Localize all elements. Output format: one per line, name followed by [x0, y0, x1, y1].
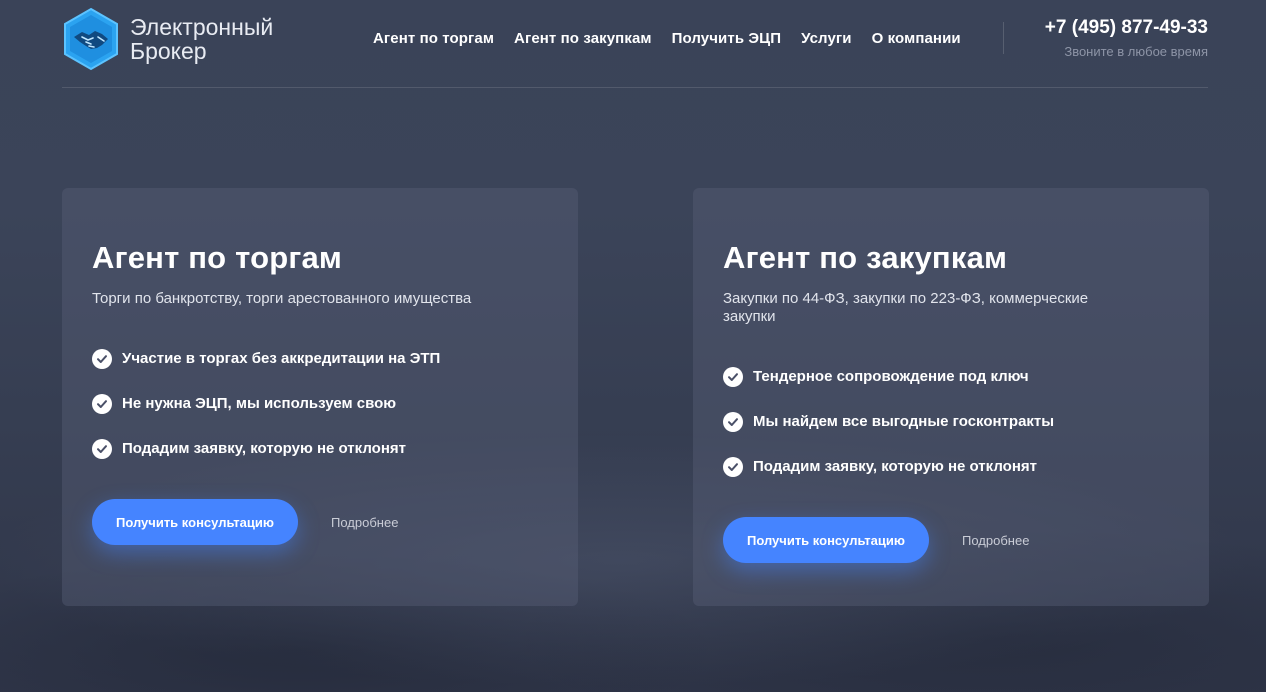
feature-list: Тендерное сопровождение под ключ Мы найд… — [723, 354, 1179, 489]
handshake-hexagon-icon — [64, 7, 118, 71]
feature-text: Тендерное сопровождение под ключ — [753, 368, 1029, 385]
card-actions: Получить консультацию Подробнее — [92, 499, 548, 545]
feature-list: Участие в торгах без аккредитации на ЭТП… — [92, 336, 548, 471]
header-divider — [1003, 22, 1004, 54]
feature-item: Подадим заявку, которую не отклонят — [92, 426, 548, 471]
brand-line-1: Электронный — [130, 14, 274, 40]
nav-item-services[interactable]: Услуги — [801, 29, 851, 49]
logo-link[interactable]: Электронный Брокер — [62, 6, 292, 72]
feature-item: Участие в торгах без аккредитации на ЭТП — [92, 336, 548, 381]
more-link[interactable]: Подробнее — [962, 533, 1029, 548]
feature-text: Подадим заявку, которую не отклонят — [122, 440, 406, 457]
feature-text: Мы найдем все выгодные госконтракты — [753, 413, 1055, 430]
card-actions: Получить консультацию Подробнее — [723, 517, 1179, 563]
feature-item: Не нужна ЭЦП, мы используем свою — [92, 381, 548, 426]
feature-item: Мы найдем все выгодные госконтракты — [723, 399, 1179, 444]
consultation-button[interactable]: Получить консультацию — [92, 499, 298, 545]
main-nav: Агент по торгам Агент по закупкам Получи… — [373, 29, 981, 49]
brand-name: Электронный Брокер — [130, 15, 273, 63]
nav-item-get-signature[interactable]: Получить ЭЦП — [672, 29, 782, 49]
check-circle-icon — [92, 438, 112, 459]
nav-item-about[interactable]: О компании — [872, 29, 961, 49]
consultation-button[interactable]: Получить консультацию — [723, 517, 929, 563]
feature-item: Подадим заявку, которую не отклонят — [723, 444, 1179, 489]
check-circle-icon — [723, 366, 743, 387]
nav-item-trade-agent[interactable]: Агент по торгам — [373, 29, 494, 49]
card-trade-agent: Агент по торгам Торги по банкротству, то… — [62, 188, 578, 606]
card-title: Агент по закупкам — [723, 240, 1008, 275]
check-circle-icon — [723, 456, 743, 477]
card-subtitle: Закупки по 44-ФЗ, закупки по 223-ФЗ, ком… — [723, 290, 1089, 325]
phone-note: Звоните в любое время — [1064, 44, 1208, 59]
nav-item-procurement-agent[interactable]: Агент по закупкам — [514, 29, 652, 49]
card-title: Агент по торгам — [92, 240, 343, 275]
more-link[interactable]: Подробнее — [331, 515, 398, 530]
brand-line-2: Брокер — [130, 38, 207, 64]
feature-text: Подадим заявку, которую не отклонят — [753, 458, 1037, 475]
contact-block: +7 (495) 877-49-33 Звоните в любое время — [1008, 16, 1208, 60]
card-subtitle: Торги по банкротству, торги арестованног… — [92, 290, 472, 307]
card-procurement-agent: Агент по закупкам Закупки по 44-ФЗ, заку… — [693, 188, 1209, 606]
check-circle-icon — [92, 348, 112, 369]
feature-item: Тендерное сопровождение под ключ — [723, 354, 1179, 399]
feature-text: Не нужна ЭЦП, мы используем свою — [122, 395, 397, 412]
check-circle-icon — [723, 411, 743, 432]
phone-number[interactable]: +7 (495) 877-49-33 — [1008, 16, 1208, 40]
site-header: Электронный Брокер Агент по торгам Агент… — [62, 0, 1208, 88]
feature-text: Участие в торгах без аккредитации на ЭТП — [122, 350, 441, 367]
check-circle-icon — [92, 393, 112, 414]
